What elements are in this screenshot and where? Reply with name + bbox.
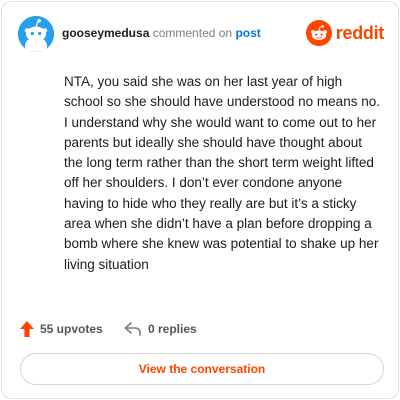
comment-stats: 55 upvotes 0 replies [20,318,380,340]
user-avatar[interactable] [18,16,54,52]
replies-stat[interactable]: 0 replies [124,318,197,340]
reddit-brand[interactable]: reddit [305,20,385,46]
action-text: commented on [152,26,233,40]
snoo-avatar-icon [18,16,54,52]
comment-header: gooseymedusa commented on post reddit [18,16,384,52]
username-link[interactable]: gooseymedusa [62,26,149,40]
comment-body: NTA, you said she was on her last year o… [64,74,380,272]
reddit-logo-icon [305,20,332,46]
upvotes-count: 55 upvotes [40,322,103,336]
comment-meta: gooseymedusa commented on post [62,26,261,40]
reddit-wordmark: reddit [335,23,385,43]
reply-arrow-icon [124,322,141,336]
comment-embed-card: gooseymedusa commented on post reddit NT… [1,1,399,399]
view-conversation-button[interactable]: View the conversation [20,353,384,385]
replies-count: 0 replies [148,322,197,336]
view-conversation-label: View the conversation [138,362,266,376]
upvote-arrow-icon [20,321,34,337]
upvotes-stat[interactable]: 55 upvotes [20,318,103,340]
post-link[interactable]: post [235,26,260,40]
